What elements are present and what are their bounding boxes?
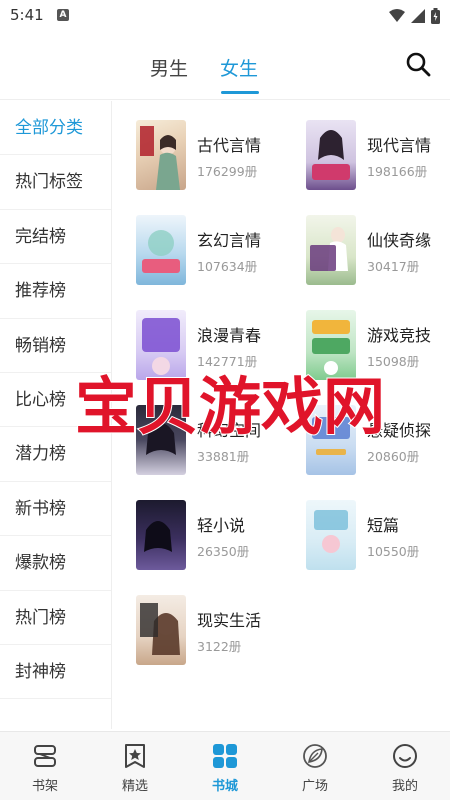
- sidebar-item-viral[interactable]: 爆款榜: [0, 536, 111, 591]
- category-name: 科幻空间: [197, 421, 262, 440]
- category-name: 现代言情: [367, 136, 432, 155]
- category-book-count: 142771册: [197, 354, 258, 369]
- sidebar-item-completed[interactable]: 完结榜: [0, 210, 111, 265]
- book-cover-image: [136, 405, 186, 475]
- category-item-light-novel[interactable]: 轻小说 26350册: [136, 500, 296, 572]
- book-cover-image: [306, 500, 356, 570]
- book-cover-image: [306, 310, 356, 380]
- category-book-count: 107634册: [197, 259, 258, 274]
- category-book-count: 198166册: [367, 164, 428, 179]
- category-name: 浪漫青春: [197, 326, 262, 345]
- sidebar-item-bestselling[interactable]: 畅销榜: [0, 319, 111, 373]
- sidebar-item-potential[interactable]: 潜力榜: [0, 427, 111, 482]
- status-bar: 5:41 A: [0, 0, 450, 32]
- nav-label: 书城: [211, 779, 238, 794]
- category-item-xianxia-romance[interactable]: 仙侠奇缘 30417册: [306, 215, 450, 287]
- nav-label: 我的: [391, 779, 418, 794]
- category-name: 游戏竞技: [367, 326, 432, 345]
- status-time: 5:41: [10, 6, 44, 24]
- book-cover-image: [306, 215, 356, 285]
- bookshelf-icon: [34, 745, 56, 767]
- book-cover-image: [306, 405, 356, 475]
- app-notification-icon: A: [57, 9, 69, 21]
- category-item-modern-romance[interactable]: 现代言情 198166册: [306, 120, 450, 192]
- category-item-realistic-life[interactable]: 现实生活 3122册: [136, 595, 296, 667]
- bottom-navigation: 书架 精选 书城 广场 我的: [0, 731, 450, 800]
- category-book-count: 26350册: [197, 544, 250, 559]
- category-item-gaming-esports[interactable]: 游戏竞技 15098册: [306, 310, 450, 382]
- category-book-count: 3122册: [197, 639, 242, 654]
- sidebar-item-recommended[interactable]: 推荐榜: [0, 264, 111, 319]
- sidebar-item-new-books[interactable]: 新书榜: [0, 482, 111, 537]
- featured-star-icon: [125, 744, 145, 768]
- category-book-count: 176299册: [197, 164, 258, 179]
- battery-icon: [431, 8, 440, 24]
- book-cover-image: [136, 120, 186, 190]
- category-name: 悬疑侦探: [367, 421, 432, 440]
- book-cover-image: [136, 215, 186, 285]
- wifi-icon: [389, 9, 405, 22]
- category-item-ancient-romance[interactable]: 古代言情 176299册: [136, 120, 296, 192]
- category-book-count: 33881册: [197, 449, 250, 464]
- category-item-scifi-space[interactable]: 科幻空间 33881册: [136, 405, 296, 477]
- book-cover-image: [136, 500, 186, 570]
- category-name: 古代言情: [197, 136, 262, 155]
- category-name: 现实生活: [197, 611, 262, 630]
- sidebar-item-hot[interactable]: 热门榜: [0, 591, 111, 645]
- sidebar-item-all-categories[interactable]: 全部分类: [0, 101, 111, 156]
- category-item-fantasy-romance[interactable]: 玄幻言情 107634册: [136, 215, 296, 287]
- nav-label: 广场: [301, 779, 328, 794]
- category-book-count: 30417册: [367, 259, 420, 274]
- tab-female[interactable]: 女生: [220, 54, 258, 81]
- category-item-short-stories[interactable]: 短篇 10550册: [306, 500, 450, 572]
- profile-smile-icon: [393, 744, 417, 768]
- tab-male[interactable]: 男生: [150, 54, 188, 81]
- signal-icon: [411, 9, 425, 23]
- nav-profile[interactable]: 我的: [360, 732, 450, 800]
- bookstore-grid-icon: [213, 744, 237, 768]
- sidebar-item-bixin[interactable]: 比心榜: [0, 373, 111, 428]
- category-book-count: 10550册: [367, 544, 420, 559]
- plaza-leaf-icon: [303, 744, 327, 768]
- book-cover-image: [306, 120, 356, 190]
- category-name: 玄幻言情: [197, 231, 262, 250]
- book-cover-image: [136, 595, 186, 665]
- category-item-romantic-youth[interactable]: 浪漫青春 142771册: [136, 310, 296, 382]
- book-cover-image: [136, 310, 186, 380]
- nav-plaza[interactable]: 广场: [270, 732, 360, 800]
- nav-label: 精选: [121, 779, 148, 794]
- nav-bookshelf[interactable]: 书架: [0, 732, 90, 800]
- category-book-count: 20860册: [367, 449, 420, 464]
- top-tab-bar: 男生 女生: [0, 32, 450, 100]
- category-sidebar: 全部分类 热门标签 完结榜 推荐榜 畅销榜 比心榜 潜力榜 新书榜 爆款榜 热门…: [0, 101, 112, 729]
- sidebar-item-hot-tags[interactable]: 热门标签: [0, 155, 111, 210]
- nav-bookstore[interactable]: 书城: [180, 732, 270, 800]
- nav-featured[interactable]: 精选: [90, 732, 180, 800]
- category-item-mystery-detective[interactable]: 悬疑侦探 20860册: [306, 405, 450, 477]
- active-tab-indicator: [221, 91, 259, 94]
- nav-label: 书架: [31, 779, 58, 794]
- category-name: 轻小说: [197, 516, 246, 535]
- category-name: 短篇: [367, 516, 400, 535]
- category-book-count: 15098册: [367, 354, 420, 369]
- search-icon[interactable]: [404, 50, 432, 78]
- category-name: 仙侠奇缘: [367, 231, 432, 250]
- sidebar-item-legend[interactable]: 封神榜: [0, 645, 111, 700]
- system-icons: [389, 8, 440, 24]
